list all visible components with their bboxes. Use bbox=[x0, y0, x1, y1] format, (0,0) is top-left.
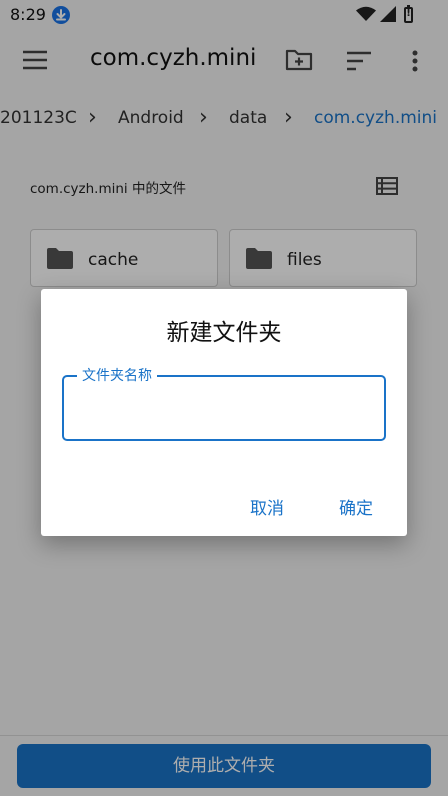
new-folder-dialog: 新建文件夹 文件夹名称 取消 确定 bbox=[41, 289, 407, 536]
dialog-title: 新建文件夹 bbox=[166, 320, 282, 346]
ok-button[interactable]: 确定 bbox=[339, 494, 373, 519]
folder-name-field-label: 文件夹名称 bbox=[77, 365, 157, 385]
folder-name-input[interactable] bbox=[76, 395, 376, 423]
cancel-button[interactable]: 取消 bbox=[250, 494, 284, 519]
folder-name-field[interactable]: 文件夹名称 bbox=[62, 365, 386, 441]
